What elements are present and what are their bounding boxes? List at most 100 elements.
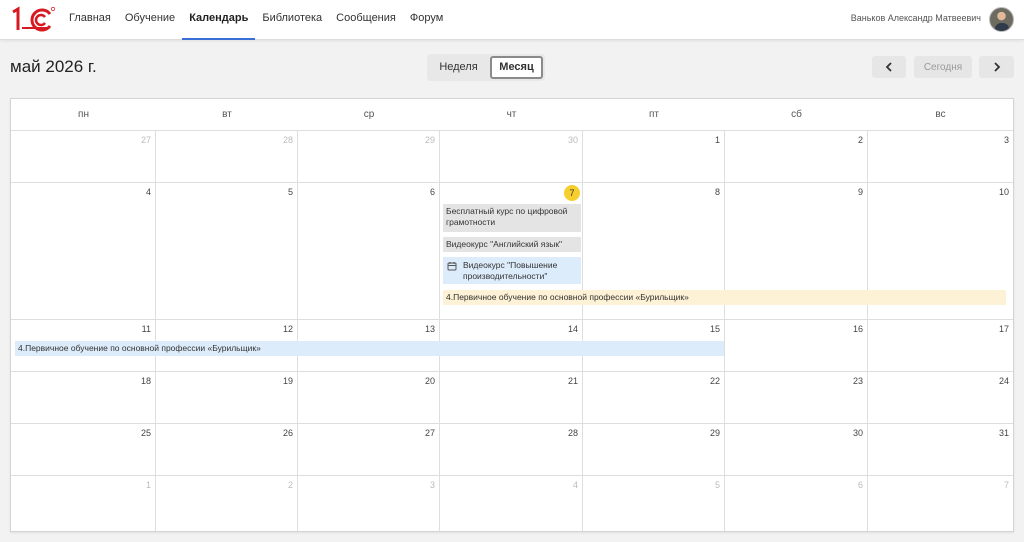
day-number: 7 — [1003, 480, 1009, 490]
week-view-button[interactable]: Неделя — [430, 56, 487, 79]
day-number: 30 — [852, 428, 863, 438]
day-number: 1 — [714, 135, 720, 145]
day-number: 5 — [714, 480, 720, 490]
day-number: 27 — [424, 428, 435, 438]
today-date-badge: 7 — [564, 185, 580, 201]
1c-logo[interactable] — [8, 6, 56, 32]
nav-learning[interactable]: Обучение — [118, 0, 182, 40]
day-cell[interactable]: 22 — [583, 372, 725, 423]
weekday-tuesday: вт — [222, 109, 232, 120]
day-cell[interactable]: 5 — [156, 183, 298, 319]
main-nav: Главная Обучение Календарь Библиотека Сообще… — [62, 0, 450, 40]
event-productivity-course[interactable]: Видеокурс "Повышение производительности" — [443, 257, 581, 284]
day-number: 25 — [140, 428, 151, 438]
weekday-header: пн вт ср чт пт сб вс — [11, 99, 1013, 131]
day-number: 4 — [572, 480, 578, 490]
day-cell[interactable]: 27 — [298, 424, 440, 475]
event-driller-training-week3[interactable]: 4.Первичное обучение по основной професс… — [15, 341, 724, 356]
day-cell[interactable]: 31 — [868, 424, 1013, 475]
nav-forum[interactable]: Форум — [403, 0, 450, 40]
day-cell[interactable]: 18 — [11, 372, 156, 423]
day-number: 6 — [857, 480, 863, 490]
day-number: 18 — [140, 376, 151, 386]
day-cell[interactable]: 19 — [156, 372, 298, 423]
day-cell[interactable]: 2 — [725, 131, 868, 182]
chevron-left-icon — [885, 62, 892, 72]
day-number: 6 — [429, 187, 435, 197]
day-number: 15 — [709, 324, 720, 334]
weekday-saturday: сб — [791, 109, 802, 120]
day-cell[interactable]: 2 — [156, 476, 298, 531]
chevron-right-icon — [993, 62, 1000, 72]
day-cell[interactable]: 6 — [725, 476, 868, 531]
day-number: 17 — [998, 324, 1009, 334]
day-cell[interactable]: 25 — [11, 424, 156, 475]
week-row: 25 26 27 28 29 30 31 — [11, 424, 1013, 476]
day-cell[interactable]: 23 — [725, 372, 868, 423]
user-name[interactable]: Ваньков Александр Матвеевич — [851, 0, 981, 37]
day-cell[interactable]: 16 — [725, 320, 868, 371]
day-cell[interactable]: 7 — [868, 476, 1013, 531]
day-cell[interactable]: 5 — [583, 476, 725, 531]
nav-library[interactable]: Библиотека — [255, 0, 329, 40]
day-cell[interactable]: 3 — [868, 131, 1013, 182]
day-number: 31 — [998, 428, 1009, 438]
next-month-button[interactable] — [979, 56, 1014, 78]
day-cell[interactable]: 29 — [583, 424, 725, 475]
nav-calendar[interactable]: Календарь — [182, 0, 256, 40]
day-number: 2 — [287, 480, 293, 490]
day-number: 2 — [857, 135, 863, 145]
today-button[interactable]: Сегодня — [914, 56, 972, 78]
day-cell[interactable]: 29 — [298, 131, 440, 182]
day-cell[interactable]: 4 — [440, 476, 583, 531]
day-number: 4 — [145, 187, 151, 197]
day-cell[interactable]: 26 — [156, 424, 298, 475]
day-number: 11 — [141, 324, 151, 334]
day-number: 3 — [429, 480, 435, 490]
day-number: 16 — [852, 324, 863, 334]
day-number: 13 — [424, 324, 435, 334]
previous-month-button[interactable] — [872, 56, 906, 78]
view-switch: Неделя Месяц — [427, 54, 545, 81]
nav-home[interactable]: Главная — [62, 0, 118, 40]
day-number: 29 — [709, 428, 720, 438]
month-title: май 2026 г. — [10, 57, 97, 76]
month-view-button[interactable]: Месяц — [490, 56, 543, 79]
day-cell[interactable]: 4 — [11, 183, 156, 319]
event-english-course[interactable]: Видеокурс "Английский язык" — [443, 237, 581, 252]
day-cell[interactable]: 28 — [156, 131, 298, 182]
week-row: 1 2 3 4 5 6 7 — [11, 476, 1013, 531]
day-cell[interactable]: 1 — [11, 476, 156, 531]
day-cell[interactable]: 24 — [868, 372, 1013, 423]
user-avatar[interactable] — [989, 7, 1014, 32]
day-cell[interactable]: 1 — [583, 131, 725, 182]
day-cell[interactable]: 3 — [298, 476, 440, 531]
day-number: 1 — [145, 480, 151, 490]
day-cell[interactable]: 30 — [440, 131, 583, 182]
weekday-friday: пт — [649, 109, 659, 120]
nav-messages[interactable]: Сообщения — [329, 0, 403, 40]
day-number: 19 — [282, 376, 293, 386]
day-cell[interactable]: 17 — [868, 320, 1013, 371]
day-cell[interactable]: 30 — [725, 424, 868, 475]
day-cell[interactable]: 21 — [440, 372, 583, 423]
top-navigation-bar: Главная Обучение Календарь Библиотека Сообще… — [0, 0, 1024, 40]
weekday-wednesday: ср — [363, 109, 375, 120]
weekday-monday: пн — [78, 109, 89, 120]
day-cell[interactable]: 28 — [440, 424, 583, 475]
weekday-sunday: вс — [935, 109, 946, 120]
month-calendar: пн вт ср чт пт сб вс 27 28 29 30 1 2 3 4 5 6 7 8 9 10 11 12 13… — [10, 98, 1014, 532]
event-digital-literacy-course[interactable]: Бесплатный курс по цифровой грамотности — [443, 204, 581, 232]
day-number: 22 — [709, 376, 720, 386]
day-number: 21 — [567, 376, 578, 386]
weekday-thursday: чт — [506, 109, 517, 120]
day-cell[interactable]: 20 — [298, 372, 440, 423]
day-cell[interactable]: 6 — [298, 183, 440, 319]
day-number: 24 — [998, 376, 1009, 386]
day-number: 29 — [424, 135, 435, 145]
day-number: 30 — [567, 135, 578, 145]
event-driller-training-week2[interactable]: 4.Первичное обучение по основной професс… — [443, 290, 1006, 305]
day-number: 8 — [714, 187, 720, 197]
day-cell[interactable]: 27 — [11, 131, 156, 182]
week-row: 27 28 29 30 1 2 3 — [11, 131, 1013, 183]
